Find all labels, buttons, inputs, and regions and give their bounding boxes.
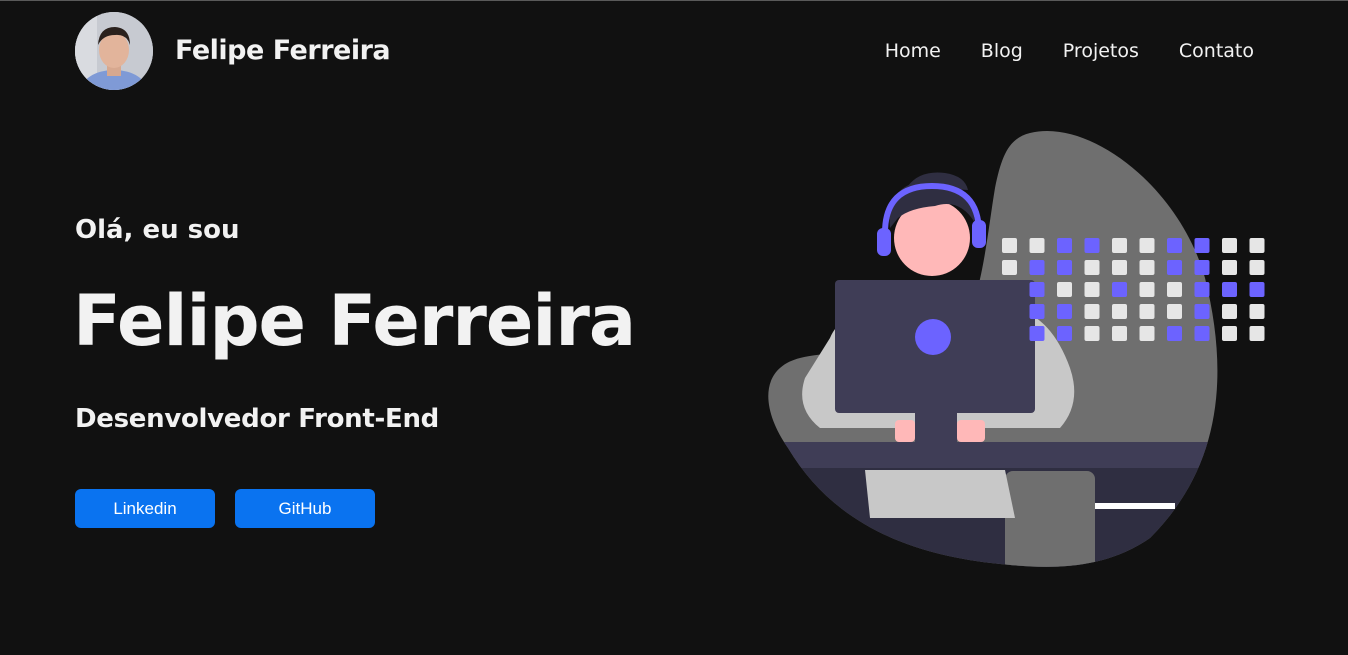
grid-square	[1249, 260, 1265, 275]
linkedin-button[interactable]: Linkedin	[75, 489, 215, 528]
grid-square	[1112, 260, 1127, 275]
nav-projetos[interactable]: Projetos	[1063, 40, 1139, 62]
hero-role: Desenvolvedor Front-End	[75, 404, 439, 434]
grid-square	[1112, 282, 1127, 297]
grid-square	[1057, 326, 1072, 341]
grid-square	[1249, 304, 1265, 319]
grid-square	[1084, 282, 1100, 297]
grid-square	[1057, 304, 1072, 319]
grid-square	[1194, 282, 1210, 297]
grid-square	[1084, 238, 1100, 253]
grid-square	[1029, 326, 1045, 341]
developer-at-computer-illustration-icon	[768, 130, 1265, 567]
grid-square	[1139, 304, 1155, 319]
grid-square	[1084, 326, 1100, 341]
grid-square	[1139, 260, 1155, 275]
grid-square	[1167, 238, 1182, 253]
grid-square	[1167, 282, 1182, 297]
grid-square	[1029, 304, 1045, 319]
grid-square	[1029, 260, 1045, 275]
grid-square	[1194, 260, 1210, 275]
grid-square	[1002, 238, 1017, 253]
grid-square	[1139, 282, 1155, 297]
grid-square	[1057, 260, 1072, 275]
grid-square	[1249, 282, 1265, 297]
grid-square	[1084, 304, 1100, 319]
grid-square	[1167, 326, 1182, 341]
grid-square	[1194, 304, 1210, 319]
grid-square	[1167, 260, 1182, 275]
grid-square	[1057, 238, 1072, 253]
grid-square	[1222, 326, 1237, 341]
grid-square	[1222, 282, 1237, 297]
grid-square	[1084, 260, 1100, 275]
grid-square	[1222, 260, 1237, 275]
social-buttons: Linkedin GitHub	[75, 489, 375, 528]
grid-square	[1249, 326, 1265, 341]
developer-illustration	[760, 128, 1270, 573]
main-nav: Home Blog Projetos Contato	[885, 40, 1254, 62]
grid-square	[1057, 282, 1072, 297]
grid-square	[1002, 260, 1017, 275]
grid-square	[1139, 326, 1155, 341]
grid-square	[1194, 238, 1210, 253]
grid-square	[1112, 326, 1127, 341]
grid-square	[1222, 304, 1237, 319]
hero-name: Felipe Ferreira	[73, 280, 636, 362]
nav-blog[interactable]: Blog	[981, 40, 1023, 62]
grid-square	[1029, 282, 1045, 297]
grid-square	[1222, 238, 1237, 253]
grid-square	[1167, 304, 1182, 319]
site-header: Felipe Ferreira Home Blog Projetos Conta…	[0, 0, 1348, 104]
nav-home[interactable]: Home	[885, 40, 941, 62]
grid-square	[1139, 238, 1155, 253]
avatar[interactable]	[75, 12, 153, 90]
grid-square	[1112, 304, 1127, 319]
grid-square	[1249, 238, 1265, 253]
hero-greeting: Olá, eu sou	[75, 215, 240, 245]
nav-contato[interactable]: Contato	[1179, 40, 1254, 62]
github-button[interactable]: GitHub	[235, 489, 375, 528]
grid-square	[1029, 238, 1045, 253]
brand-name[interactable]: Felipe Ferreira	[175, 35, 391, 66]
grid-square	[1194, 326, 1210, 341]
profile-photo-icon	[75, 12, 153, 90]
grid-square	[1112, 238, 1127, 253]
